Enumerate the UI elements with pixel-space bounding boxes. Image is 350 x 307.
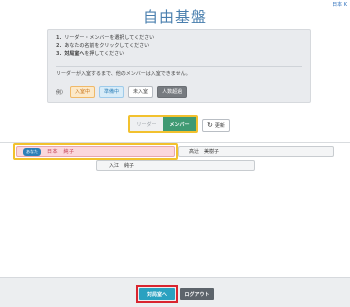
leader-first-note: リーダーが入室するまで、他のメンバーは入室できません。 bbox=[56, 71, 191, 77]
legend-badge-over-capacity: 人数超過 bbox=[157, 86, 188, 98]
step-2: 2. あなたの名前をクリックしてください bbox=[56, 43, 150, 49]
step-3: 3. 対局室へを押してください bbox=[56, 51, 125, 57]
you-tag: あなた bbox=[23, 147, 41, 156]
legend-badge-not-in-room: 未入室 bbox=[128, 86, 154, 98]
legend-prefix: 例） bbox=[56, 89, 67, 96]
legend-badge-preparing: 準備中 bbox=[99, 86, 125, 98]
page-title: 自由基盤 bbox=[142, 8, 207, 26]
panel-divider bbox=[56, 66, 302, 67]
member-name: 入江 純子 bbox=[109, 163, 135, 169]
status-legend: 例） 入室中 準備中 未入室 人数超過 bbox=[56, 86, 191, 98]
member-card-self[interactable]: あなた 日本 純子 bbox=[16, 146, 175, 157]
member-name: 高辻 美樹子 bbox=[189, 149, 220, 155]
role-toggle: リーダー メンバー bbox=[128, 115, 198, 133]
member-card[interactable]: 入江 純子 bbox=[96, 160, 255, 171]
instructions-panel: 1. リーダー・メンバーを選択してください 2. あなたの名前をクリックしてください… bbox=[47, 29, 311, 103]
instruction-steps: 1. リーダー・メンバーを選択してください 2. あなたの名前をクリックしてください… bbox=[56, 34, 154, 58]
member-card[interactable]: 高辻 美樹子 bbox=[178, 146, 334, 157]
member-name: 日本 純子 bbox=[47, 149, 75, 155]
enter-room-button[interactable]: 対局室へ bbox=[139, 288, 175, 300]
logout-button[interactable]: ログアウト bbox=[180, 288, 214, 300]
legend-badge-in-room: 入室中 bbox=[70, 86, 96, 98]
member-toggle-button[interactable]: メンバー bbox=[163, 117, 196, 131]
refresh-label: 更新 bbox=[214, 123, 225, 129]
refresh-icon: ↻ bbox=[207, 121, 213, 129]
refresh-button[interactable]: ↻ 更新 bbox=[202, 119, 230, 132]
step-1: 1. リーダー・メンバーを選択してください bbox=[56, 35, 155, 41]
leader-toggle-button[interactable]: リーダー bbox=[130, 117, 163, 131]
